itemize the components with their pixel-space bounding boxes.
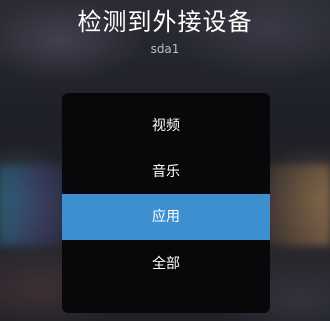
- option-all[interactable]: 全部: [62, 241, 270, 287]
- options-menu: 视频 音乐 应用 全部: [62, 93, 270, 313]
- device-name: sda1: [150, 42, 180, 56]
- option-video[interactable]: 视频: [62, 103, 270, 149]
- option-music[interactable]: 音乐: [62, 149, 270, 195]
- option-apps[interactable]: 应用: [62, 194, 270, 240]
- dialog-title: 检测到外接设备: [77, 8, 253, 36]
